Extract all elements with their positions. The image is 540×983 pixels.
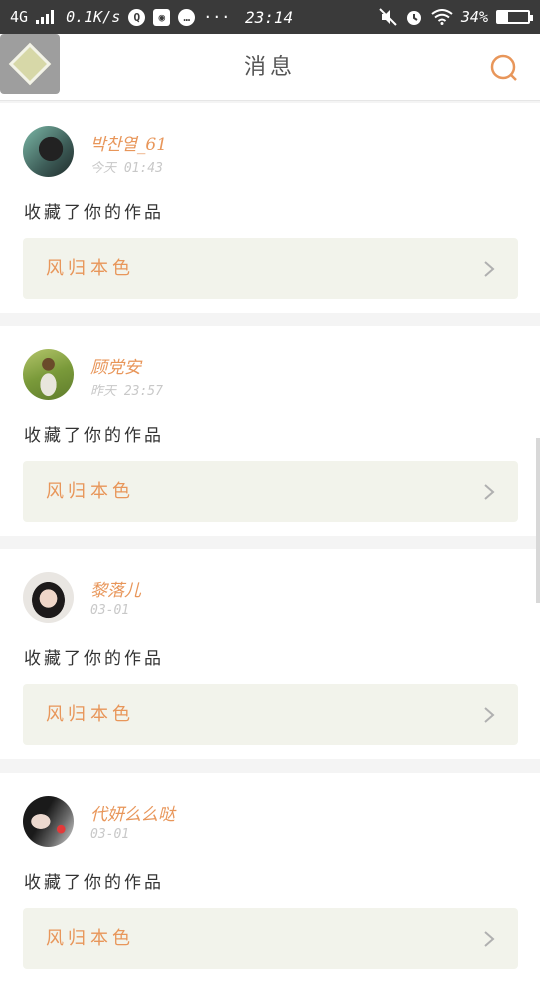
work-title: 风归本色 (46, 258, 134, 279)
message-time: 今天 01:43 (90, 161, 163, 176)
search-icon[interactable] (490, 54, 518, 82)
user-name[interactable]: 代妍么么哒 (90, 800, 175, 825)
network-indicator: 4G (10, 8, 29, 26)
status-time: 23:14 (245, 7, 294, 27)
user-name[interactable]: 黎落儿 (90, 576, 141, 601)
battery-level (498, 12, 509, 22)
message-card: 代妍么么哒 03-01 收藏了你的作品 风归本色 (0, 773, 540, 983)
message-card: 顾党安 昨天 23:57 收藏了你的作品 风归本色 (0, 326, 540, 536)
message-action: 收藏了你的作品 (24, 426, 164, 446)
message-card: 黎落儿 03-01 收藏了你的作品 风归本色 (0, 549, 540, 759)
message-icon: … (178, 8, 196, 26)
user-name[interactable]: 顾党安 (90, 353, 141, 378)
message-action: 收藏了你的作品 (24, 203, 164, 223)
work-link[interactable]: 风归本色 (23, 238, 518, 299)
status-left: 4G 0.1K/s Q ◉ … ··· (10, 8, 230, 26)
work-link[interactable]: 风归本色 (23, 684, 518, 745)
message-action: 收藏了你的作品 (24, 873, 164, 893)
back-button[interactable] (0, 34, 60, 94)
status-right: 34% (379, 8, 533, 26)
message-action: 收藏了你的作品 (24, 649, 164, 669)
chevron-right-icon (484, 931, 495, 947)
signal-icon (36, 10, 55, 24)
avatar[interactable] (23, 126, 74, 177)
work-title: 风归本色 (46, 481, 134, 502)
page-title: 消息 (243, 55, 296, 80)
back-arrow-icon (8, 42, 52, 86)
work-link[interactable]: 风归本色 (23, 461, 518, 522)
alarm-icon (406, 11, 421, 25)
chevron-right-icon (484, 707, 495, 723)
message-time: 昨天 23:57 (90, 384, 163, 399)
user-name[interactable]: 박찬열_61 (90, 130, 167, 155)
wifi-icon (431, 9, 453, 25)
status-bar: 4G 0.1K/s Q ◉ … ··· 23:14 34% (0, 0, 540, 34)
message-card: 박찬열_61 今天 01:43 收藏了你的作品 风归本色 (0, 103, 540, 313)
avatar[interactable] (23, 796, 74, 847)
avatar[interactable] (23, 349, 74, 400)
battery-percent: 34% (460, 8, 488, 26)
work-title: 风归本色 (46, 704, 134, 725)
chevron-right-icon (484, 261, 495, 277)
mute-icon (379, 8, 397, 26)
qq-icon: Q (128, 8, 146, 26)
app-header: 消息 (0, 34, 540, 101)
message-time: 03-01 (90, 603, 130, 618)
network-speed: 0.1K/s (66, 8, 121, 26)
message-time: 03-01 (90, 827, 130, 842)
scrollbar[interactable] (536, 438, 540, 603)
avatar[interactable] (23, 572, 74, 623)
more-notifications-icon: ··· (203, 8, 231, 26)
app-icon: ◉ (153, 8, 171, 26)
chevron-right-icon (484, 484, 495, 500)
battery-icon (496, 10, 533, 24)
